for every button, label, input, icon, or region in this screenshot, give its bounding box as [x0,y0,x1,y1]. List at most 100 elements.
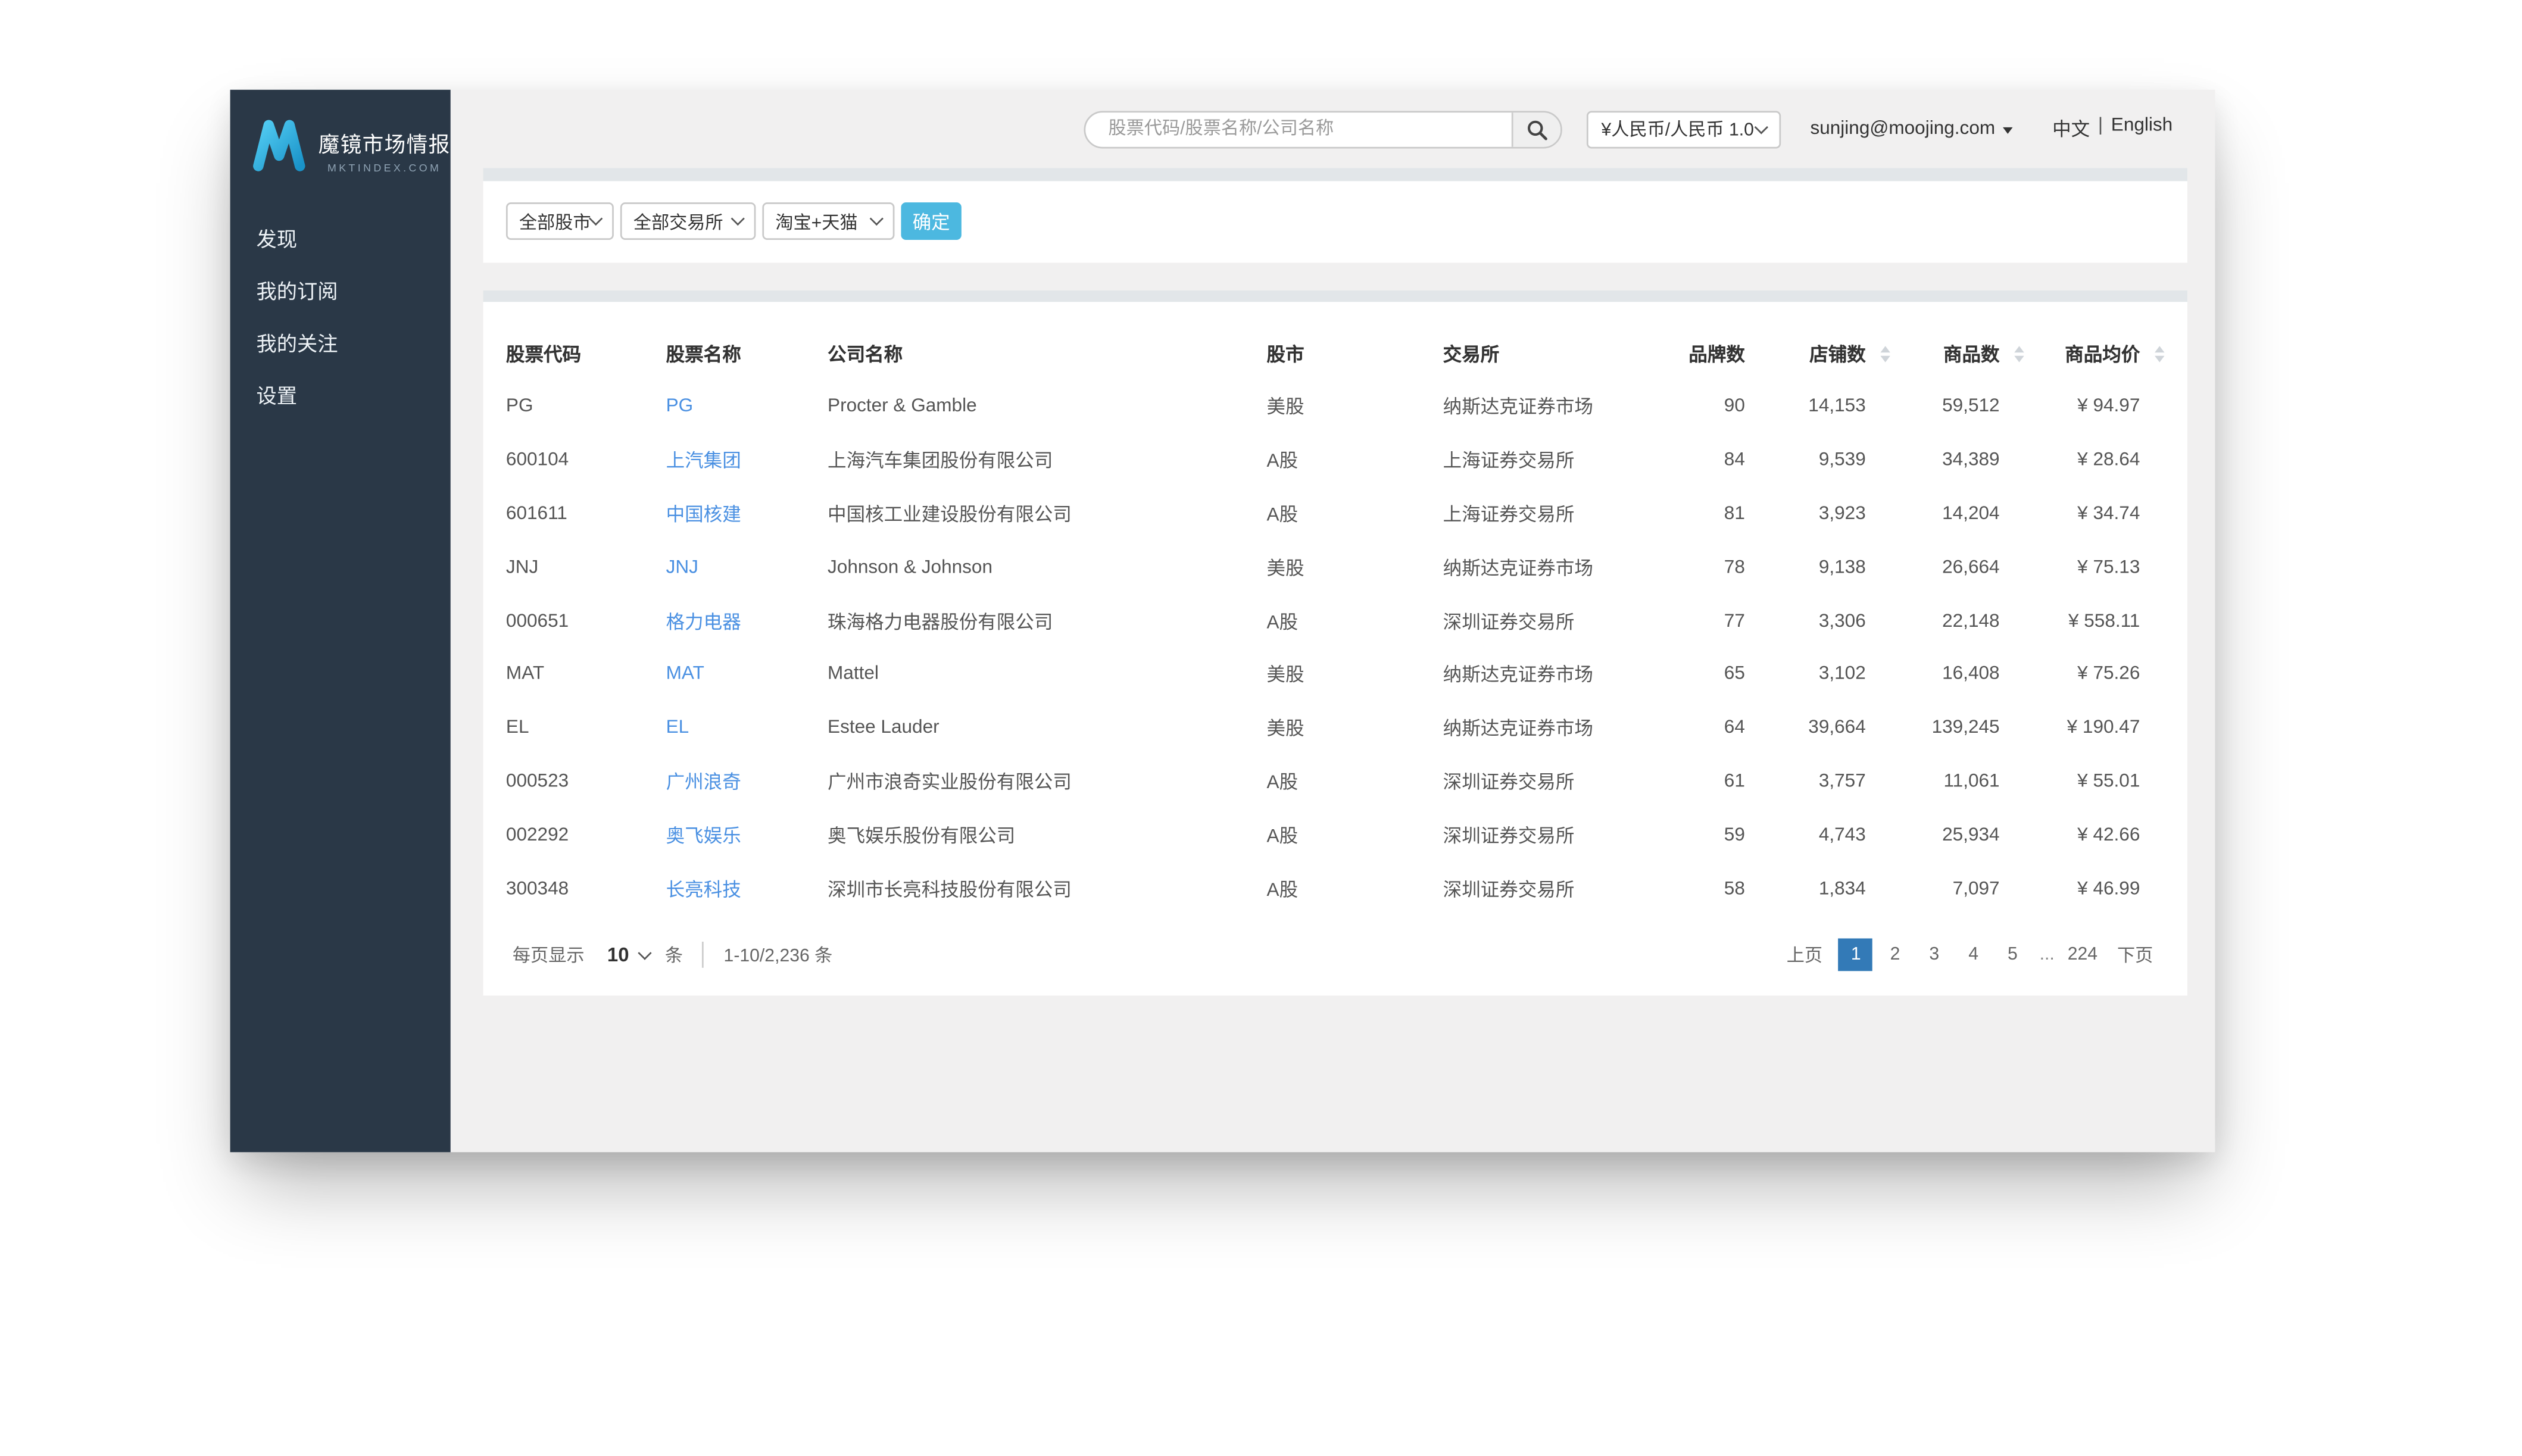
page-button[interactable]: 3 [1917,939,1952,972]
table-card: 股票代码 股票名称 公司名称 股市 交易所 品牌数 店铺数 商品数 商品均价 P… [483,289,2187,996]
chevron-down-icon[interactable] [638,946,653,960]
page-button[interactable]: 5 [1996,939,2030,972]
col-header-exchange: 交易所 [1443,345,1500,365]
cell-company-name: 上海汽车集团股份有限公司 [828,452,1053,472]
cell-exchange: 纳斯达克证券市场 [1443,720,1593,740]
caret-down-icon [2003,127,2014,134]
last-page-button[interactable]: 224 [2064,939,2100,972]
stock-name-link[interactable]: JNJ [666,558,698,577]
chevron-down-icon [1754,119,1768,134]
table-card-scrollbar-strip [483,289,2187,302]
sidebar-item[interactable]: 发现 [230,214,451,266]
cell-stock-code: EL [505,718,529,738]
sidebar-item[interactable]: 我的关注 [230,318,451,371]
page-number-list: 1 2 3 4 5 [1839,939,2030,972]
market-filter-select[interactable]: 全部股市 [505,202,614,240]
cell-stock-code: 000523 [505,771,569,792]
page-button[interactable]: 4 [1956,939,1991,972]
sort-icon[interactable] [2155,345,2165,362]
cell-exchange: 纳斯达克证券市场 [1443,559,1593,579]
currency-select[interactable]: ¥人民币/人民币 1.0 [1586,110,1781,148]
stock-name-link[interactable]: EL [666,718,689,738]
cell-product-count: 34,389 [1942,451,2000,471]
cell-product-count: 14,204 [1942,504,2000,524]
lang-zh-link[interactable]: 中文 [2052,116,2090,142]
table-row: 601611 中国核建 中国核工业建设股份有限公司 A股 上海证券交易所 81 … [506,488,2165,541]
sidebar-item[interactable]: 设置 [230,370,451,423]
search-group [1084,110,1562,148]
cell-stock-code: 002292 [505,825,569,845]
filter-bar: 全部股市 全部交易所 淘宝+天猫 确定 [483,180,2187,263]
cell-stock-code: 600104 [505,451,569,471]
cell-market: A股 [1266,880,1299,901]
exchange-filter-select[interactable]: 全部交易所 [620,202,756,240]
cell-brand-count: 65 [1724,664,1745,685]
cell-product-count: 26,664 [1942,558,2000,577]
cell-avg-price: ¥ 42.66 [2077,825,2140,845]
confirm-button[interactable]: 确定 [901,202,962,240]
stock-name-link[interactable]: PG [666,397,694,417]
col-header-shops-label: 店铺数 [1809,345,1866,365]
cell-avg-price: ¥ 190.47 [2067,718,2140,738]
pagination-bar: 每页显示 10 条 1-10/2,236 条 上页 1 2 3 4 5 ... … [506,916,2165,995]
col-header-brands: 品牌数 [1688,345,1745,365]
stock-name-link[interactable]: MAT [666,665,704,685]
table-row: 600104 上汽集团 上海汽车集团股份有限公司 A股 上海证券交易所 84 9… [506,434,2165,488]
page-ellipsis: ... [2039,945,2055,966]
sidebar: 魔镜市场情报 MKTINDEX.COM 发现 我的订阅 我的关注 设置 [230,89,451,1152]
pagination-divider [702,942,704,969]
col-header-price: 商品均价 [2024,340,2165,367]
page-button[interactable]: 2 [1878,939,1912,972]
cell-shop-count: 39,664 [1808,718,1866,738]
cell-stock-code: 601611 [505,504,567,524]
cell-exchange: 纳斯达克证券市场 [1443,399,1593,418]
cell-company-name: 中国核工业建设股份有限公司 [828,505,1072,526]
per-page-value[interactable]: 10 [607,944,629,967]
cell-exchange: 深圳证券交易所 [1443,827,1575,847]
cell-company-name: Mattel [828,664,879,685]
search-button[interactable] [1511,111,1560,146]
cell-shop-count: 9,539 [1818,451,1866,471]
search-icon [1527,120,1547,140]
logo: 魔镜市场情报 MKTINDEX.COM [230,90,451,174]
cell-company-name: Estee Lauder [828,718,939,738]
platform-filter-select[interactable]: 淘宝+天猫 [762,202,895,240]
user-menu[interactable]: sunjing@moojing.com [1810,119,2014,139]
cell-product-count: 16,408 [1942,664,2000,685]
stock-name-link[interactable]: 格力电器 [666,613,741,633]
stock-name-link[interactable]: 中国核建 [666,506,741,526]
table-row: PG PG Procter & Gamble 美股 纳斯达克证券市场 90 14… [506,380,2165,434]
search-input[interactable] [1085,111,1512,146]
lang-separator: | [2097,115,2103,136]
filter-card: 全部股市 全部交易所 淘宝+天猫 确定 [483,168,2187,263]
cell-brand-count: 59 [1724,825,1745,845]
per-page-label: 每页显示 [512,947,585,967]
prev-page-button[interactable]: 上页 [1787,942,1822,968]
app-window: 魔镜市场情报 MKTINDEX.COM 发现 我的订阅 我的关注 设置 股票代码… [230,89,2215,1152]
cell-shop-count: 3,757 [1818,771,1866,792]
stock-name-link[interactable]: 上汽集团 [666,452,741,472]
sort-icon[interactable] [1880,345,1890,362]
stock-table: 股票代码 股票名称 公司名称 股市 交易所 品牌数 店铺数 商品数 商品均价 P… [483,302,2187,996]
market-filter-value: 全部股市 [519,213,591,233]
cell-shop-count: 3,102 [1818,664,1866,685]
cell-company-name: Johnson & Johnson [828,558,993,577]
page: 魔镜市场情报 MKTINDEX.COM 发现 我的订阅 我的关注 设置 股票代码… [0,0,2522,1456]
sidebar-item[interactable]: 我的订阅 [230,266,451,318]
col-header-code: 股票代码 [505,345,582,365]
cell-avg-price: ¥ 34.74 [2077,504,2140,524]
stock-name-link[interactable]: 广州浪奇 [666,773,741,793]
sort-icon[interactable] [2014,345,2024,362]
cell-exchange: 纳斯达克证券市场 [1443,666,1593,686]
cell-shop-count: 4,743 [1818,825,1866,845]
col-header-market: 股市 [1266,345,1304,365]
cell-brand-count: 78 [1724,558,1745,577]
stock-name-link[interactable]: 长亮科技 [666,880,741,900]
next-page-button[interactable]: 下页 [2117,942,2153,968]
currency-value: ¥人民币/人民币 1.0 [1601,120,1754,140]
stock-name-link[interactable]: 奥飞娱乐 [666,827,741,846]
lang-en-link[interactable]: English [2111,116,2173,142]
page-button[interactable]: 1 [1839,939,1874,972]
cell-shop-count: 9,138 [1818,558,1866,577]
user-email: sunjing@moojing.com [1810,119,1996,139]
